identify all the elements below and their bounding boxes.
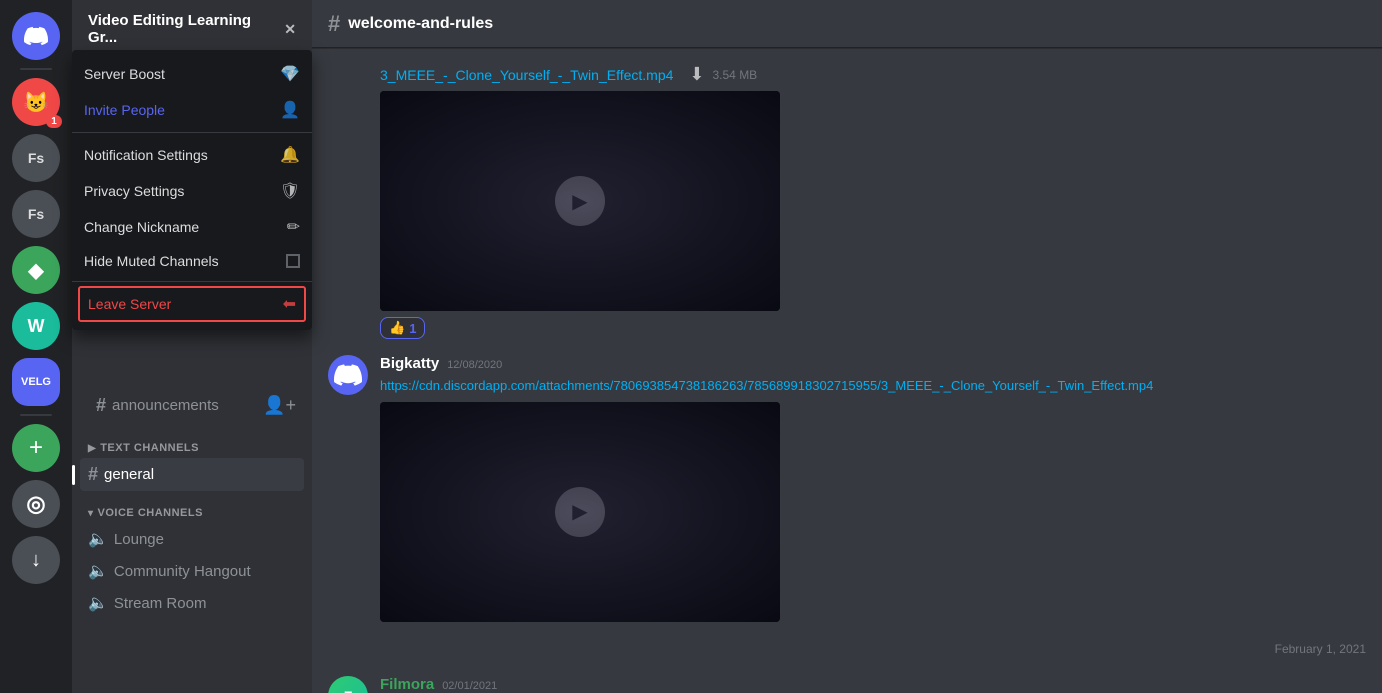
file-name[interactable]: 3_MEEE_-_Clone_Yourself_-_Twin_Effect.mp…	[380, 67, 673, 83]
message-1-content: 3_MEEE_-_Clone_Yourself_-_Twin_Effect.mp…	[380, 64, 1366, 339]
shield-icon: 🛡	[280, 181, 300, 201]
reaction-emoji: 👍	[389, 320, 405, 336]
message-filmora-header: Filmora 02/01/2021	[380, 676, 1366, 693]
add-member-icon[interactable]: 👤+	[263, 395, 296, 416]
reaction-count: 1	[409, 321, 416, 336]
channel-item-stream-room[interactable]: 🔈 Stream Room	[80, 587, 304, 619]
text-channels-label: TEXT CHANNELS	[100, 442, 199, 454]
text-channels-arrow: ▶	[88, 443, 96, 454]
leave-icon: ⬅	[283, 294, 296, 314]
leave-server-label: Leave Server	[88, 296, 171, 312]
file-info: 3_MEEE_-_Clone_Yourself_-_Twin_Effect.mp…	[380, 64, 1366, 85]
server-icon-discord-home[interactable]	[12, 12, 60, 60]
avatar-filmora: F	[328, 676, 368, 693]
context-menu: Server Boost 💎 Invite People 👤 Notificat…	[72, 50, 312, 330]
bell-icon: 🔔	[280, 145, 300, 165]
menu-item-hide-muted[interactable]: Hide Muted Channels	[72, 245, 312, 277]
message-1: 3_MEEE_-_Clone_Yourself_-_Twin_Effect.mp…	[328, 64, 1366, 339]
message-bigkatty-content: Bigkatty 12/08/2020 https://cdn.discorda…	[380, 355, 1366, 622]
avatar-bigkatty	[328, 355, 368, 395]
channel-hash-icon-general: #	[88, 464, 98, 485]
invite-icon: 👤	[280, 100, 300, 120]
chat-area: 3_MEEE_-_Clone_Yourself_-_Twin_Effect.mp…	[312, 48, 1382, 693]
username-bigkatty: Bigkatty	[380, 355, 439, 372]
channel-item-announcements[interactable]: # announcements 👤+	[80, 389, 304, 422]
rail-divider	[20, 68, 52, 70]
message-filmora-content: Filmora 02/01/2021 Discover the power of…	[380, 676, 1366, 693]
menu-item-leave-server[interactable]: Leave Server ⬅	[78, 286, 306, 322]
server-icon-add[interactable]: +	[12, 424, 60, 472]
channel-announcements-name: announcements	[112, 397, 219, 414]
message-bigkatty-link-text: https://cdn.discordapp.com/attachments/7…	[380, 376, 1366, 396]
timestamp-bigkatty: 12/08/2020	[447, 359, 502, 371]
menu-item-notification-settings[interactable]: Notification Settings 🔔	[72, 137, 312, 173]
username-filmora: Filmora	[380, 676, 434, 693]
channel-general-name: general	[104, 466, 154, 483]
rail-divider-2	[20, 414, 52, 416]
server-icon-download[interactable]: ↓	[12, 536, 60, 584]
speaker-icon-stream: 🔈	[88, 593, 108, 613]
change-nickname-label: Change Nickname	[84, 219, 199, 235]
voice-channels-arrow: ▾	[88, 508, 94, 519]
menu-item-invite-people[interactable]: Invite People 👤	[72, 92, 312, 128]
active-indicator	[72, 465, 75, 485]
channel-item-general[interactable]: # general	[80, 458, 304, 491]
video-overlay-2	[380, 402, 780, 622]
main-header: # welcome-and-rules	[312, 0, 1382, 48]
video-attachment-1[interactable]: ▶	[380, 91, 780, 311]
channel-stream-name: Stream Room	[114, 595, 207, 612]
file-size: 3.54 MB	[713, 68, 758, 82]
menu-divider-1	[72, 132, 312, 133]
pencil-icon: ✏	[287, 217, 300, 237]
server-icon-green[interactable]: ◆	[12, 246, 60, 294]
channel-list: # announcements 👤+ ▶ TEXT CHANNELS # gen…	[72, 389, 312, 693]
channel-hash-icon: #	[96, 395, 106, 416]
speaker-icon-lounge: 🔈	[88, 529, 108, 549]
voice-channels-label: VOICE CHANNELS	[98, 507, 203, 519]
message-bigkatty-header: Bigkatty 12/08/2020	[380, 355, 1366, 372]
checkbox-icon	[286, 254, 300, 268]
download-file-icon[interactable]: ⬇	[689, 64, 704, 85]
channel-item-lounge[interactable]: 🔈 Lounge	[80, 523, 304, 555]
video-attachment-2[interactable]: ▶	[380, 402, 780, 622]
date-separator: February 1, 2021	[328, 638, 1366, 660]
timestamp-filmora: 02/01/2021	[442, 680, 497, 692]
close-icon: ✕	[284, 21, 296, 38]
invite-people-label: Invite People	[84, 102, 165, 118]
main-content: # welcome-and-rules 3_MEEE_-_Clone_Yours…	[312, 0, 1382, 693]
video-overlay	[380, 91, 780, 311]
message-reaction[interactable]: 👍 1	[380, 317, 425, 339]
server-boost-label: Server Boost	[84, 66, 165, 82]
server-icon-fs2[interactable]: Fs	[12, 190, 60, 238]
menu-item-privacy-settings[interactable]: Privacy Settings 🛡	[72, 173, 312, 209]
hide-muted-label: Hide Muted Channels	[84, 253, 219, 269]
message-bigkatty: Bigkatty 12/08/2020 https://cdn.discorda…	[328, 355, 1366, 622]
menu-divider-2	[72, 281, 312, 282]
server-icon-notification[interactable]: 😺 1	[12, 78, 60, 126]
privacy-settings-label: Privacy Settings	[84, 183, 184, 199]
channel-lounge-name: Lounge	[114, 531, 164, 548]
server-icon-fs1[interactable]: Fs	[12, 134, 60, 182]
server-icon-compass[interactable]: ◎	[12, 480, 60, 528]
attachment-link[interactable]: https://cdn.discordapp.com/attachments/7…	[380, 378, 1153, 393]
server-name: Video Editing Learning Gr...	[88, 12, 284, 46]
server-sidebar: Video Editing Learning Gr... ✕ Server Bo…	[72, 0, 312, 693]
notification-badge: 1	[46, 115, 62, 128]
message-filmora: F Filmora 02/01/2021 Discover the power …	[328, 676, 1366, 693]
menu-item-change-nickname[interactable]: Change Nickname ✏	[72, 209, 312, 245]
channel-hangout-name: Community Hangout	[114, 563, 251, 580]
server-icon-teal[interactable]: W	[12, 302, 60, 350]
server-rail: 😺 1 Fs Fs ◆ W VELG + ◎ ↓	[0, 0, 72, 693]
voice-channels-header[interactable]: ▾ VOICE CHANNELS	[80, 491, 304, 523]
channel-item-community-hangout[interactable]: 🔈 Community Hangout	[80, 555, 304, 587]
server-icon-velg[interactable]: VELG	[12, 358, 60, 406]
menu-item-server-boost[interactable]: Server Boost 💎	[72, 56, 312, 92]
speaker-icon-hangout: 🔈	[88, 561, 108, 581]
notification-settings-label: Notification Settings	[84, 147, 208, 163]
boost-icon: 💎	[280, 64, 300, 84]
header-channel-name: welcome-and-rules	[348, 15, 493, 33]
text-channels-header[interactable]: ▶ TEXT CHANNELS	[80, 426, 304, 458]
header-hash-icon: #	[328, 11, 340, 37]
